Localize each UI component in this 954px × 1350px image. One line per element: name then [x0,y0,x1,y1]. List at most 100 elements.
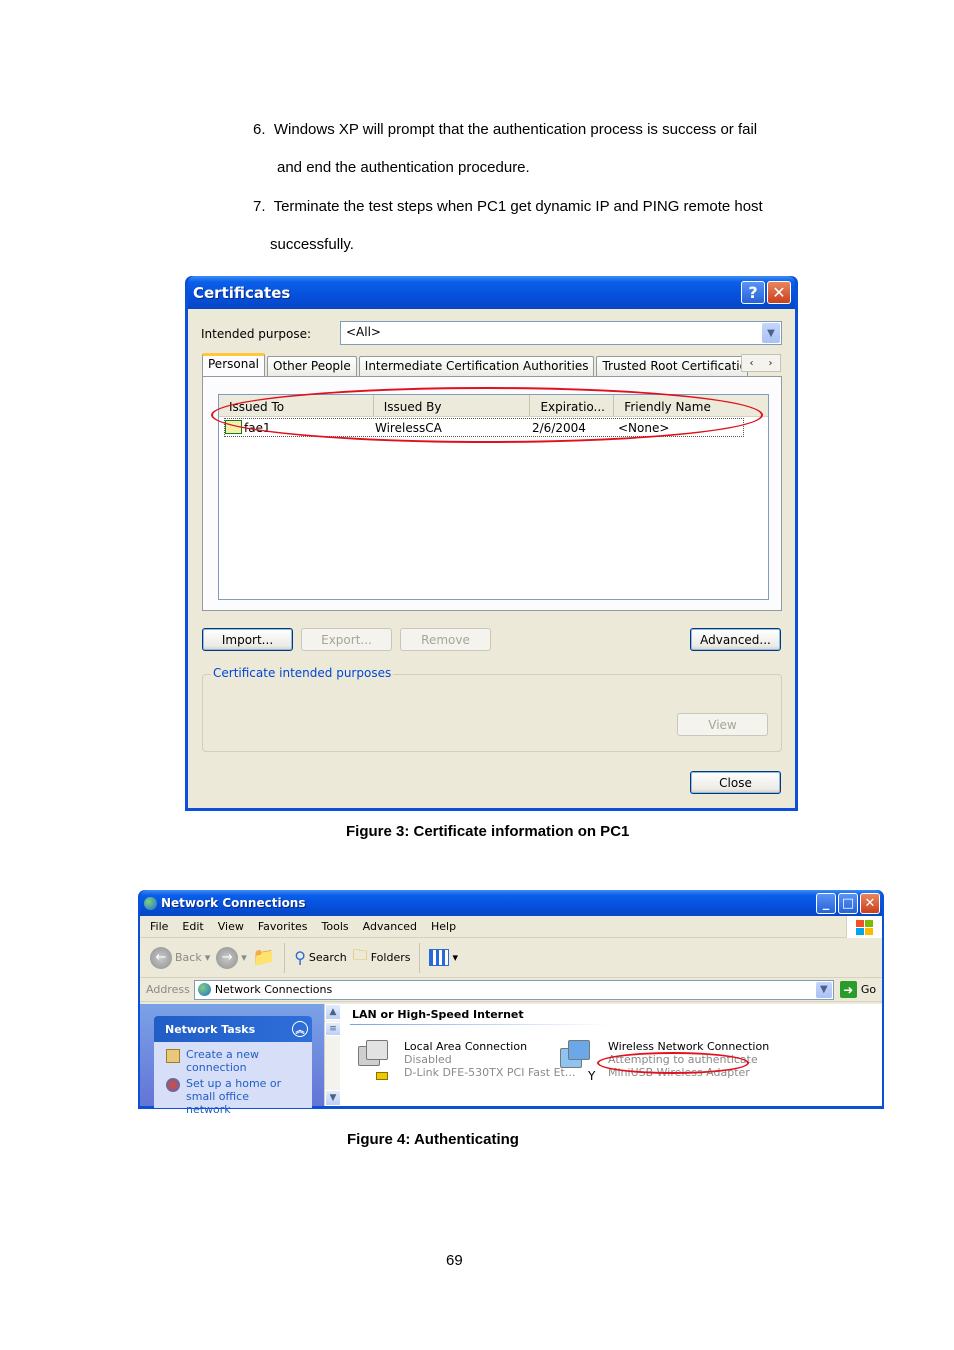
task-home-network[interactable]: Set up a home or small office network [166,1077,312,1116]
minimize-button[interactable]: _ [816,892,836,914]
menu-help[interactable]: Help [431,920,456,933]
group-title: LAN or High-Speed Internet [352,1008,524,1021]
network-icon [197,983,211,996]
up-folder-button[interactable]: 📁 [253,947,275,968]
forward-button[interactable]: → ▾ [216,946,247,969]
connection-device: D-Link DFE-530TX PCI Fast Et... [404,1066,576,1079]
close-icon: ✕ [772,283,786,302]
advanced-button[interactable]: Advanced... [690,628,781,651]
cell-issued-to: fae1 [244,421,271,435]
network-tasks-panel: Network Tasks ︽ Create a new connection … [154,1016,312,1116]
forward-arrow-icon: → [216,946,239,969]
step-6-text: Windows XP will prompt that the authenti… [273,121,758,138]
tab-panel-personal: Issued To Issued By Expiratio... Friendl… [202,376,782,611]
tab-bar: Personal Other People Intermediate Certi… [202,353,750,376]
column-friendly-name[interactable]: Friendly Name [614,395,768,416]
table-row[interactable]: fae1 WirelessCA 2/6/2004 <None> [224,418,744,437]
connection-status: Disabled [404,1053,452,1066]
network-tasks-title: Network Tasks [165,1022,256,1036]
task-create-connection[interactable]: Create a new connection [166,1048,312,1074]
scroll-up-icon[interactable]: ▲ [325,1004,341,1020]
collapse-icon[interactable]: ︽ [292,1021,308,1037]
step-7-line-1: 7. Terminate the test steps when PC1 get… [253,198,763,215]
title-bar: Network Connections _ □ ✕ [140,890,882,916]
import-button[interactable]: Import... [202,628,293,651]
page-number: 69 [446,1252,463,1269]
network-tasks-header[interactable]: Network Tasks ︽ [154,1016,312,1042]
chevron-down-icon[interactable]: ▼ [762,323,780,343]
address-input[interactable]: Network Connections ▼ [193,979,834,1000]
step-6-line-2: and end the authentication procedure. [277,159,530,176]
close-window-button[interactable]: ✕ [860,892,880,914]
help-button[interactable]: ? [741,281,765,304]
lan-connection-icon [354,1040,394,1082]
group-divider [350,1024,610,1025]
up-folder-icon: 📁 [252,947,276,968]
tab-intermediate-ca[interactable]: Intermediate Certification Authorities [358,356,595,376]
views-button[interactable]: ▾ [429,949,458,966]
go-label: Go [860,983,877,996]
go-button[interactable]: ➜ Go [839,981,877,998]
menu-tools[interactable]: Tools [322,920,349,933]
remove-button[interactable]: Remove [400,628,491,651]
intended-purpose-select[interactable]: <All> ▼ [340,321,782,345]
network-icon [144,896,157,910]
group-label: Certificate intended purposes [211,666,394,680]
export-button[interactable]: Export... [301,628,392,651]
task-pane: Network Tasks ︽ Create a new connection … [140,1004,324,1116]
tab-other-people[interactable]: Other People [267,356,357,376]
toolbar: ← Back ▾ → ▾ 📁 ⚲ Search 🗀 Folders ▾ [140,938,882,978]
home-network-icon [166,1078,180,1092]
help-icon: ? [748,283,758,302]
toolbar-divider [284,942,286,973]
step-6-number: 6. [253,121,266,138]
scroll-thumb[interactable]: ≡ [325,1022,341,1036]
back-label: Back [175,951,202,964]
certificate-list[interactable]: Issued To Issued By Expiratio... Friendl… [211,387,769,600]
close-window-button[interactable]: ✕ [767,281,791,304]
tab-personal[interactable]: Personal [202,353,266,376]
network-connections-window: Network Connections _ □ ✕ File Edit View… [138,890,884,1116]
step-7-text: Terminate the test steps when PC1 get dy… [273,198,763,215]
dropdown-icon: ▾ [241,951,247,964]
certificate-icon [225,420,242,434]
menu-edit[interactable]: Edit [182,920,203,933]
scroll-down-icon[interactable]: ▼ [325,1090,341,1106]
column-issued-by[interactable]: Issued By [374,395,531,416]
dropdown-icon: ▾ [452,951,458,964]
connection-name: Wireless Network Connection [608,1040,770,1053]
menu-favorites[interactable]: Favorites [258,920,308,933]
tab-trusted-root[interactable]: Trusted Root Certification [596,356,749,376]
search-icon: ⚲ [294,948,306,967]
folders-button[interactable]: 🗀 Folders [353,945,411,970]
search-label: Search [308,951,347,964]
step-7-line-2: successfully. [270,236,354,253]
menu-file[interactable]: File [150,920,168,933]
figure-3-caption: Figure 3: Certificate information on PC1 [346,823,630,840]
cell-issued-by: WirelessCA [375,420,442,435]
search-button[interactable]: ⚲ Search [294,948,347,967]
close-button[interactable]: Close [690,771,781,794]
chevron-right-icon[interactable]: › [769,358,773,369]
intended-purpose-value: <All> [346,325,381,339]
toolbar-divider [419,942,421,973]
views-icon [429,949,450,966]
view-button[interactable]: View [677,713,768,736]
task-label: Create a new connection [186,1048,260,1074]
vertical-scrollbar[interactable]: ▲ ≡ ▼ [324,1004,341,1106]
maximize-icon: □ [841,895,855,911]
chevron-left-icon[interactable]: ‹ [750,358,754,369]
column-issued-to[interactable]: Issued To [219,395,374,416]
column-expiration[interactable]: Expiratio... [530,395,615,416]
connection-local-area[interactable]: Local Area Connection Disabled D-Link DF… [354,1040,575,1082]
list-header: Issued To Issued By Expiratio... Friendl… [219,395,768,417]
address-value: Network Connections [214,983,333,996]
maximize-button[interactable]: □ [838,892,858,914]
back-button[interactable]: ← Back ▾ [150,946,210,969]
new-connection-icon [166,1049,180,1063]
step-7-number: 7. [253,198,266,215]
menu-view[interactable]: View [218,920,244,933]
chevron-down-icon[interactable]: ▼ [815,981,832,998]
step-6-line-1: 6. Windows XP will prompt that the authe… [253,121,757,138]
menu-advanced[interactable]: Advanced [363,920,417,933]
